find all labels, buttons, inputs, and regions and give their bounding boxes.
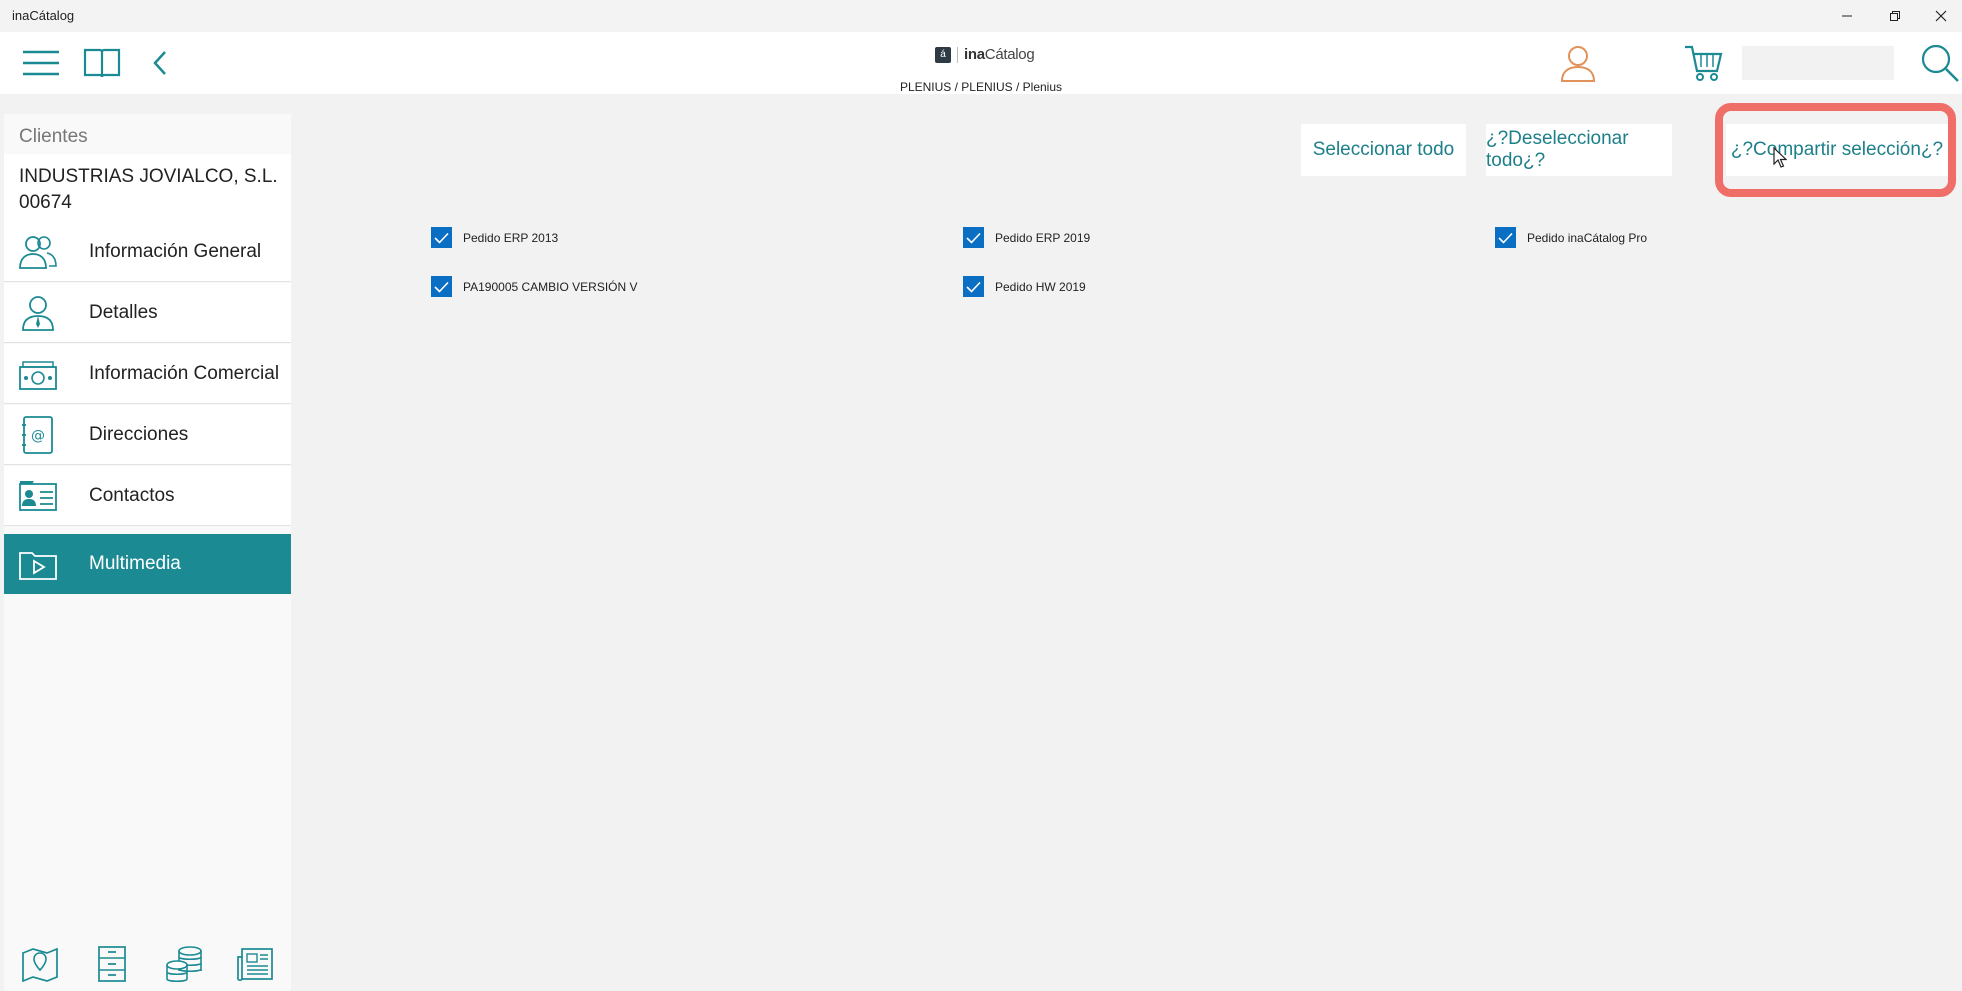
cart-icon[interactable] bbox=[1682, 42, 1726, 84]
logo-divider bbox=[957, 46, 958, 63]
app-header: á inaCátalog PLENIUS / PLENIUS / Plenius bbox=[0, 32, 1962, 94]
checkbox-checked-icon[interactable] bbox=[431, 227, 452, 248]
media-item-label: Pedido HW 2019 bbox=[995, 279, 1086, 294]
highlight-annotation bbox=[1715, 103, 1956, 197]
media-item-label: Pedido ERP 2013 bbox=[463, 230, 559, 245]
media-item-label: PA190005 CAMBIO VERSIÓN V bbox=[463, 279, 638, 294]
back-arrow-icon[interactable] bbox=[148, 46, 172, 80]
logo-text: inaCátalog bbox=[964, 46, 1035, 63]
map-icon[interactable] bbox=[20, 944, 60, 984]
minimize-icon[interactable] bbox=[1824, 0, 1870, 32]
coins-icon[interactable] bbox=[164, 944, 204, 984]
contact-card-icon bbox=[18, 476, 58, 516]
logo-mark-icon: á bbox=[935, 46, 951, 63]
sidebar-item-label: Información Comercial bbox=[89, 362, 280, 384]
sidebar: Clientes INDUSTRIAS JOVIALCO, S.L. 00674… bbox=[4, 114, 291, 991]
title-bar: inaCátalog bbox=[0, 0, 1962, 32]
media-item-checkbox[interactable]: Pedido inaCátalog Pro bbox=[1495, 227, 1647, 248]
sidebar-heading: Clientes bbox=[19, 126, 88, 147]
sidebar-item-label: Direcciones bbox=[89, 423, 189, 445]
media-item-checkbox[interactable]: Pedido ERP 2013 bbox=[431, 227, 558, 248]
checkbox-checked-icon[interactable] bbox=[1495, 227, 1516, 248]
sidebar-item-informacion-comercial[interactable]: Información Comercial bbox=[4, 344, 291, 404]
sidebar-item-multimedia[interactable]: Multimedia bbox=[4, 534, 291, 594]
person-icon bbox=[18, 293, 58, 333]
media-item-checkbox[interactable]: Pedido ERP 2019 bbox=[963, 227, 1090, 248]
sidebar-item-label: Multimedia bbox=[89, 553, 181, 574]
users-icon bbox=[18, 232, 58, 272]
checkbox-checked-icon[interactable] bbox=[963, 227, 984, 248]
sidebar-item-label: Detalles bbox=[89, 301, 158, 323]
select-all-button[interactable]: Seleccionar todo bbox=[1301, 124, 1466, 176]
close-icon[interactable] bbox=[1918, 0, 1962, 32]
mouse-cursor-icon bbox=[1773, 146, 1788, 174]
sidebar-item-direcciones[interactable]: @ Direcciones bbox=[4, 405, 291, 465]
client-code: 00674 bbox=[19, 192, 72, 213]
svg-text:@: @ bbox=[31, 428, 45, 444]
media-folder-icon bbox=[18, 544, 58, 584]
hamburger-menu-icon[interactable] bbox=[20, 46, 62, 80]
deselect-all-button[interactable]: ¿?Deseleccionar todo¿? bbox=[1486, 124, 1672, 176]
search-icon[interactable] bbox=[1918, 42, 1962, 84]
money-icon bbox=[18, 354, 58, 394]
breadcrumb: PLENIUS / PLENIUS / Plenius bbox=[899, 80, 1063, 94]
book-icon[interactable] bbox=[82, 46, 122, 80]
media-item-checkbox[interactable]: Pedido HW 2019 bbox=[963, 276, 1086, 297]
restore-icon[interactable] bbox=[1872, 0, 1918, 32]
client-card: INDUSTRIAS JOVIALCO, S.L. 00674 bbox=[4, 154, 291, 222]
client-name: INDUSTRIAS JOVIALCO, S.L. bbox=[19, 166, 278, 187]
sidebar-item-detalles[interactable]: Detalles bbox=[4, 283, 291, 343]
media-item-checkbox[interactable]: PA190005 CAMBIO VERSIÓN V bbox=[431, 276, 638, 297]
search-input[interactable] bbox=[1742, 46, 1894, 80]
address-book-icon: @ bbox=[18, 415, 58, 455]
checkbox-checked-icon[interactable] bbox=[963, 276, 984, 297]
media-item-label: Pedido ERP 2019 bbox=[995, 230, 1091, 245]
sidebar-item-label: Información General bbox=[89, 240, 262, 262]
window-title: inaCátalog bbox=[12, 8, 75, 23]
cabinet-icon[interactable] bbox=[92, 944, 132, 984]
app-logo: á inaCátalog bbox=[935, 46, 1035, 63]
user-icon[interactable] bbox=[1556, 42, 1600, 84]
sidebar-item-contactos[interactable]: Contactos bbox=[4, 466, 291, 526]
sidebar-item-label: Contactos bbox=[89, 484, 175, 506]
checkbox-checked-icon[interactable] bbox=[431, 276, 452, 297]
newspaper-icon[interactable] bbox=[236, 944, 276, 984]
sidebar-bottom-bar bbox=[4, 936, 291, 991]
media-item-label: Pedido inaCátalog Pro bbox=[1527, 230, 1648, 245]
sidebar-item-informacion-general[interactable]: Información General bbox=[4, 222, 291, 282]
